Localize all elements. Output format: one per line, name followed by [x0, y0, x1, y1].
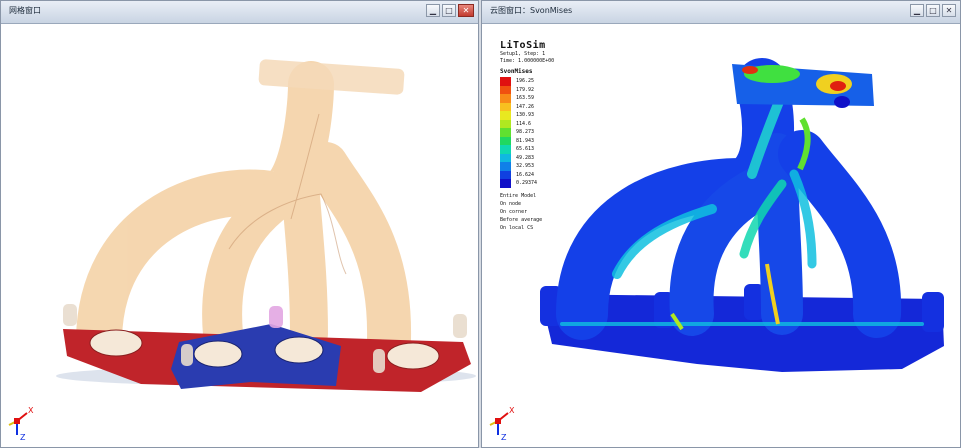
x-axis-label: X — [509, 406, 515, 415]
mesh-window[interactable]: 网格窗口 ▁ □ ✕ X Z — [0, 0, 479, 448]
x-axis-label: X — [28, 406, 34, 415]
z-axis-label: Z — [20, 433, 26, 441]
z-axis-label: Z — [501, 433, 507, 441]
window-title: 网格窗口 — [9, 6, 41, 15]
close-button[interactable]: ✕ — [458, 4, 474, 17]
contour-window[interactable]: 云图窗口：SvonMises ▁ □ ✕ LiToSim Setup1, Ste… — [481, 0, 961, 448]
minimize-button[interactable]: ▁ — [910, 4, 924, 17]
exhaust-manifold-mesh-model — [56, 59, 476, 392]
contour-viewport[interactable]: LiToSim Setup1, Step: 1 Time: 1.000000E+… — [482, 24, 960, 447]
axis-triad: X Z — [7, 401, 43, 441]
window-title: 云图窗口：SvonMises — [490, 6, 573, 15]
maximize-button[interactable]: □ — [926, 4, 940, 17]
exhaust-manifold-contour-model — [540, 58, 944, 372]
mesh-viewport[interactable]: X Z — [1, 24, 478, 447]
maximize-button[interactable]: □ — [442, 4, 456, 17]
title-bar[interactable]: 网格窗口 ▁ □ ✕ — [1, 1, 478, 24]
title-bar[interactable]: 云图窗口：SvonMises ▁ □ ✕ — [482, 1, 960, 24]
close-button[interactable]: ✕ — [942, 4, 956, 17]
axis-triad: X Z — [488, 401, 524, 441]
minimize-button[interactable]: ▁ — [426, 4, 440, 17]
